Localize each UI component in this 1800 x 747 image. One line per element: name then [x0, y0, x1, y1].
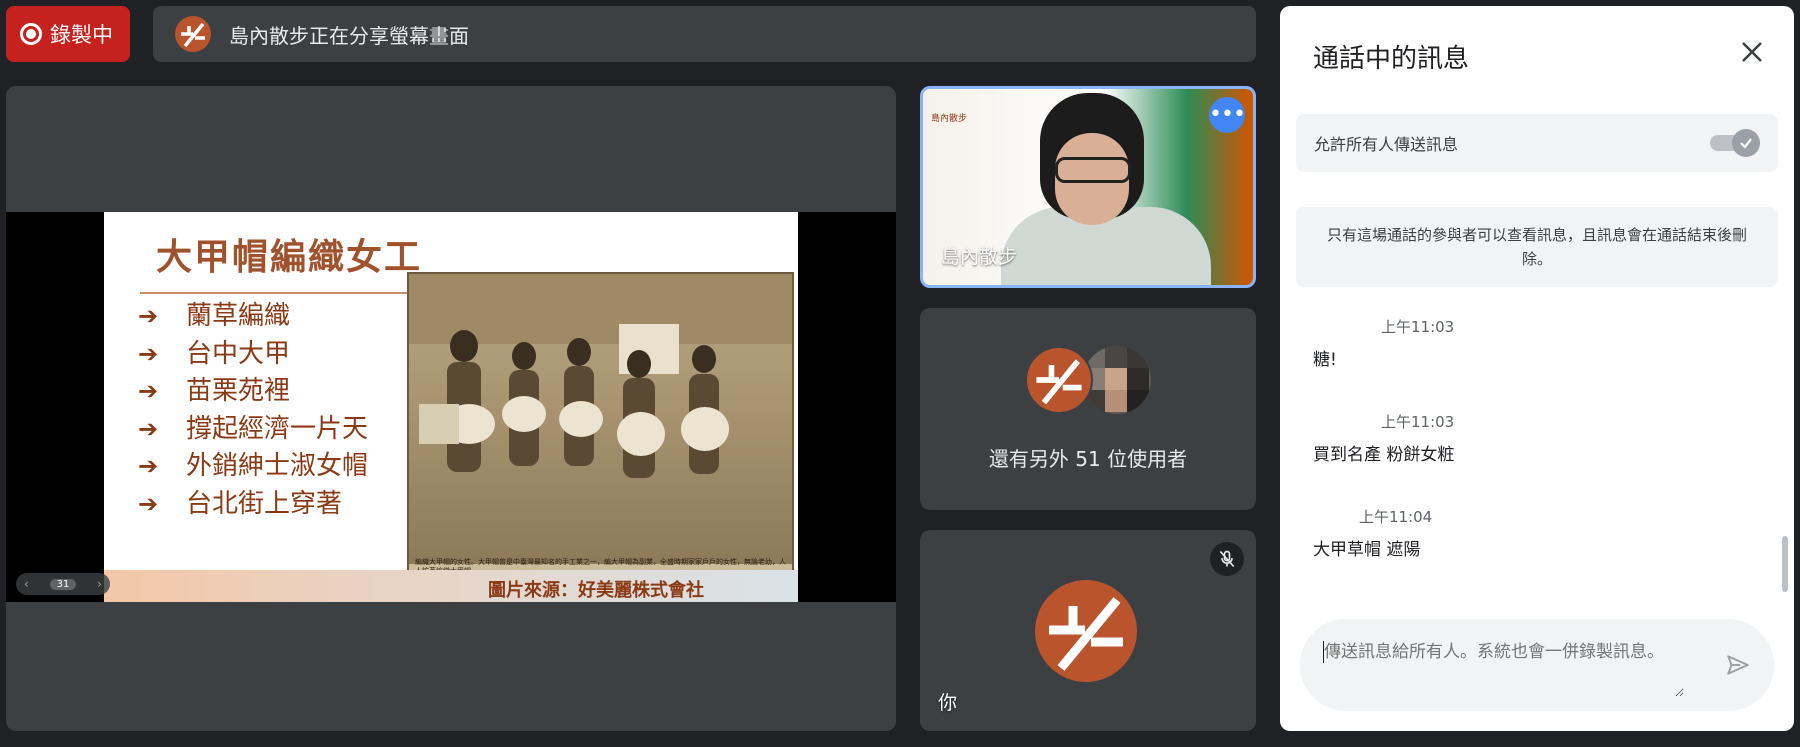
- allow-messages-setting: 允許所有人傳送訊息: [1296, 114, 1778, 172]
- message-time: 上午11:03: [1381, 413, 1455, 431]
- slide-viewport: 大甲帽編織女工 ➔ 蘭草編織 ➔ 台中大甲 ➔ 苗栗苑裡 ➔ 撐起經濟一片天 ➔ 外銷紳士…: [6, 212, 896, 602]
- chat-message: 上午11:03 買到名產 粉餅女粧: [1313, 411, 1455, 465]
- slide-bullet: ➔ 台北街上穿著: [138, 486, 368, 524]
- photo-image: [409, 274, 792, 564]
- message-composer: [1300, 619, 1774, 711]
- chat-scrollbar[interactable]: [1782, 536, 1788, 592]
- speaker-video-tile[interactable]: 島內散步 ••• 島內散步: [920, 86, 1256, 288]
- chat-message: 上午11:03 糖!: [1313, 316, 1455, 370]
- privacy-notice: 只有這場通話的參與者可以查看訊息，且訊息會在通話結束後刪除。: [1296, 207, 1778, 287]
- chat-message: 上午11:04 大甲草帽 遮陽: [1313, 506, 1433, 560]
- arrow-right-icon: ➔: [138, 302, 159, 330]
- recording-badge[interactable]: 錄製中: [6, 6, 130, 62]
- message-input[interactable]: [1324, 637, 1684, 697]
- mic-off-icon: [1210, 542, 1244, 576]
- image-credit: 圖片來源：好美麗株式會社: [488, 580, 704, 601]
- allow-messages-label: 允許所有人傳送訊息: [1314, 135, 1459, 154]
- presentation-slide: 大甲帽編織女工 ➔ 蘭草編織 ➔ 台中大甲 ➔ 苗栗苑裡 ➔ 撐起經濟一片天 ➔ 外銷紳士…: [104, 212, 798, 602]
- participant-name: 你: [938, 692, 958, 714]
- slide-divider: [140, 292, 440, 294]
- arrow-right-icon: ➔: [138, 339, 159, 368]
- chat-panel: 通話中的訊息 允許所有人傳送訊息 只有這場通話的參與者可以查看訊息，且訊息會在通…: [1280, 6, 1794, 731]
- logo-icon: [175, 16, 211, 52]
- allow-messages-toggle[interactable]: [1710, 129, 1760, 157]
- slide-bullet-list: ➔ 蘭草編織 ➔ 台中大甲 ➔ 苗栗苑裡 ➔ 撐起經濟一片天 ➔ 外銷紳士淑女帽 ➔ 台北街…: [138, 298, 368, 523]
- arrow-right-icon: ➔: [138, 489, 159, 518]
- close-icon[interactable]: [1736, 36, 1768, 68]
- message-text: 買到名產 粉餅女粧: [1313, 445, 1455, 465]
- message-time: 上午11:04: [1359, 508, 1433, 526]
- slide-page-number: 31: [49, 578, 77, 590]
- participant-name: 島內散步: [941, 246, 1018, 268]
- slide-bullet: ➔ 撐起經濟一片天: [138, 411, 368, 449]
- send-icon[interactable]: [1720, 647, 1756, 683]
- record-icon: [20, 23, 42, 45]
- arrow-right-icon: ➔: [138, 377, 159, 405]
- slide-title: 大甲帽編織女工: [156, 237, 423, 278]
- next-slide-icon[interactable]: ›: [97, 577, 102, 591]
- message-time: 上午11:03: [1381, 318, 1455, 336]
- slide-navigation[interactable]: ‹ 31 ›: [16, 573, 110, 595]
- message-list: 上午11:03 糖! 上午11:03 買到名產 粉餅女粧 上午11:04 大甲草…: [1280, 306, 1794, 606]
- recording-label: 錄製中: [50, 23, 113, 47]
- shared-screen-stage[interactable]: 大甲帽編織女工 ➔ 蘭草編織 ➔ 台中大甲 ➔ 苗栗苑裡 ➔ 撐起經濟一片天 ➔ 外銷紳士…: [6, 86, 896, 731]
- other-participants-tile[interactable]: 還有另外 51 位使用者: [920, 308, 1256, 510]
- message-text: 大甲草帽 遮陽: [1313, 540, 1421, 560]
- brand-logo-mini: 島內散步: [931, 114, 968, 124]
- check-icon: [1732, 129, 1760, 157]
- screen-share-banner: 島內散步正在分享螢幕畫面: [153, 6, 1256, 62]
- share-status-text: 島內散步正在分享螢幕畫面: [229, 23, 469, 48]
- avatar: [1025, 346, 1093, 414]
- slide-bullet: ➔ 苗栗苑裡: [138, 373, 368, 411]
- self-view-tile[interactable]: 你: [920, 530, 1256, 731]
- arrow-right-icon: ➔: [138, 452, 159, 480]
- more-options-icon[interactable]: •••: [1209, 97, 1246, 133]
- slide-bullet: ➔ 蘭草編織: [138, 298, 368, 336]
- slide-bullet: ➔ 外銷紳士淑女帽: [138, 448, 368, 486]
- avatar: [1035, 580, 1137, 682]
- message-text: 糖!: [1313, 350, 1337, 370]
- arrow-right-icon: ➔: [138, 414, 159, 443]
- historical-photo: 編織大甲帽的女性。大甲帽曾是中臺灣最知名的手工業之一，編大甲帽為副業，全盛時期家…: [407, 272, 794, 582]
- avatar-group: [1025, 346, 1155, 416]
- slide-bullet: ➔ 台中大甲: [138, 336, 368, 374]
- avatar: [1083, 346, 1151, 414]
- chat-title: 通話中的訊息: [1313, 44, 1470, 74]
- prev-slide-icon[interactable]: ‹: [24, 577, 29, 591]
- speaker-glasses: [1055, 157, 1131, 183]
- others-count-label: 還有另外 51 位使用者: [988, 447, 1188, 471]
